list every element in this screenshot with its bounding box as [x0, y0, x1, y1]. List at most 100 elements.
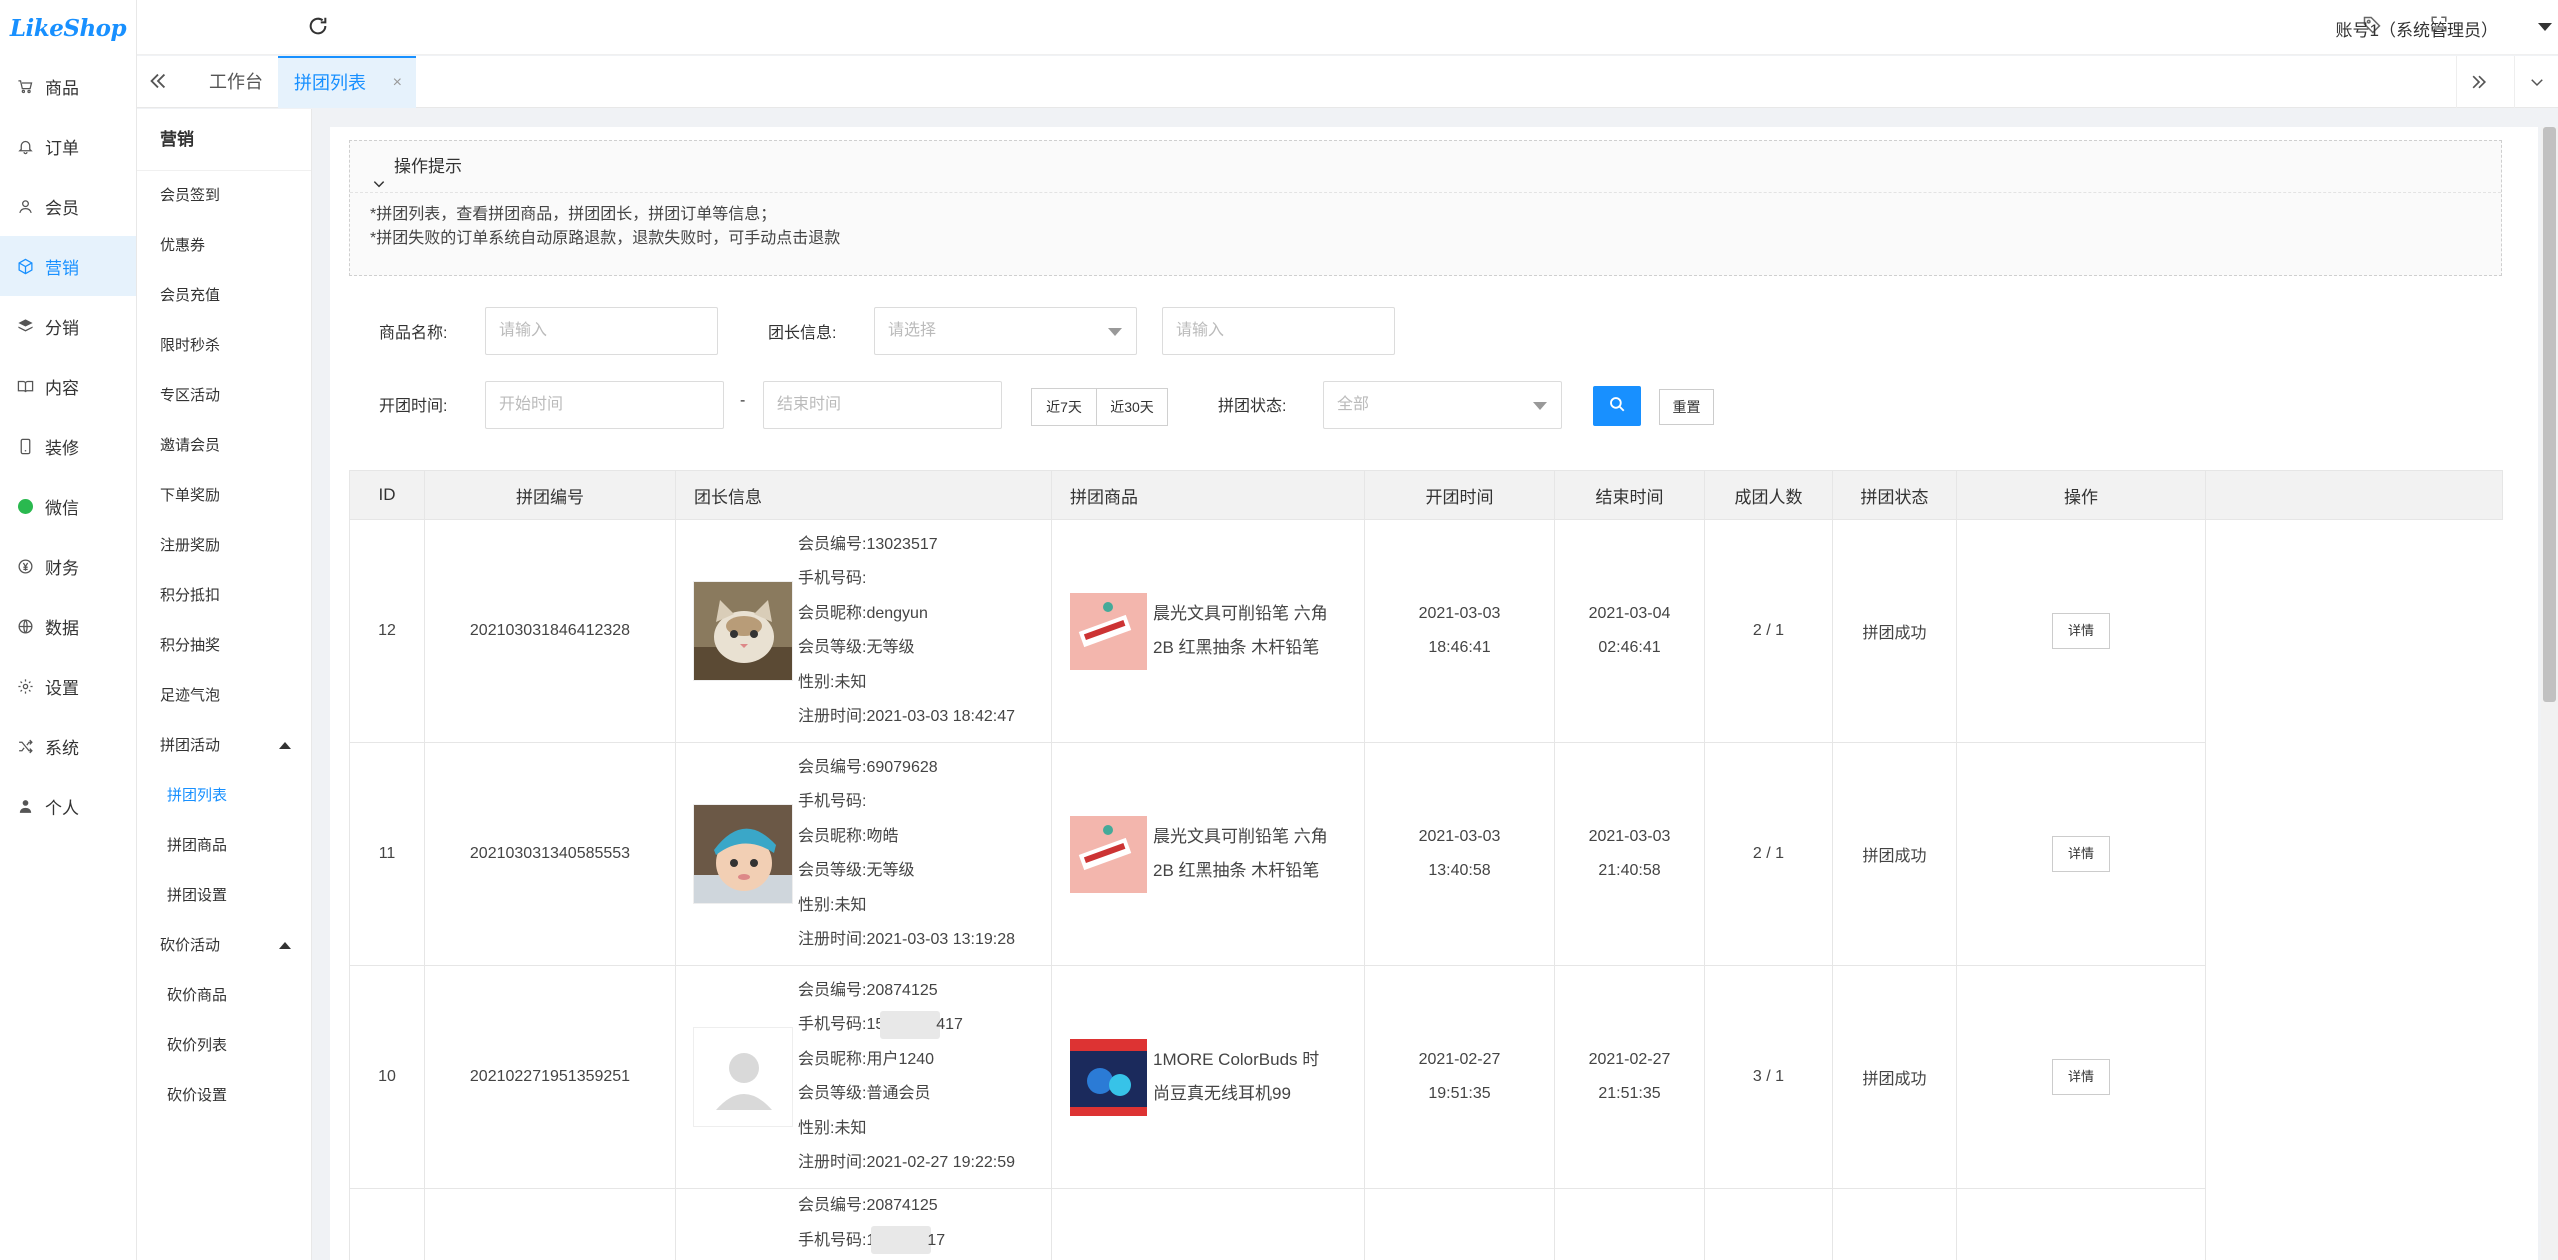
leader-info-input[interactable]: 请输入	[1162, 307, 1395, 355]
chevron-down-icon[interactable]	[2538, 23, 2552, 31]
collapse-arrow-icon	[279, 742, 291, 749]
tab-group-buy-list[interactable]: 拼团列表 ×	[278, 56, 416, 108]
cell-people	[1704, 1188, 1833, 1260]
tips-panel: 操作提示 *拼团列表，查看拼团商品，拼团团长，拼团订单等信息； *拼团失败的订单…	[349, 140, 2502, 276]
member-phone: 手机号码:	[798, 570, 867, 587]
subnav-item-bargain-goods[interactable]: 砍价商品	[137, 971, 311, 1021]
subnav-item-recharge[interactable]: 会员充值	[137, 271, 311, 321]
status-select[interactable]: 全部	[1323, 381, 1562, 429]
cell-end-time: 2021-03-03 21:40:58	[1554, 742, 1705, 966]
goods-name-line: 2B 红黑抽条 木杆铅笔	[1153, 861, 1320, 880]
subnav-item-order-reward[interactable]: 下单奖励	[137, 471, 311, 521]
subnav-item-footprint[interactable]: 足迹气泡	[137, 671, 311, 721]
member-gender: 性别:未知	[798, 896, 867, 914]
subnav-item-zone[interactable]: 专区活动	[137, 371, 311, 421]
subnav-item-group-buy-goods[interactable]: 拼团商品	[137, 821, 311, 871]
last-30-days-button[interactable]: 近30天	[1096, 388, 1168, 426]
subnav-group-bargain[interactable]: 砍价活动	[137, 921, 311, 971]
shuffle-icon	[16, 737, 34, 755]
member-level: 会员等级:普通会员	[798, 1085, 931, 1102]
reset-button[interactable]: 重置	[1659, 389, 1714, 425]
chevron-down-icon[interactable]	[2514, 56, 2558, 108]
account-name[interactable]: 账号1（系统管理员）	[2336, 16, 2498, 41]
search-button[interactable]	[1593, 386, 1641, 426]
nav-item-system[interactable]: 系统	[0, 716, 136, 776]
cell-group-no: 202103031846412328	[424, 519, 676, 743]
subnav-item-register-reward[interactable]: 注册奖励	[137, 521, 311, 571]
subnav-item-sign-in[interactable]: 会员签到	[137, 171, 311, 221]
member-phone: 手机号码:15 417	[798, 1008, 1015, 1043]
member-reg-time: 注册时间:2021-02-27 19:22:59	[798, 1154, 1016, 1171]
start-date: 2021-02-27	[1418, 1051, 1501, 1068]
goods-name-line: 晨光文具可削铅笔 六角	[1153, 827, 1328, 846]
start-time-input[interactable]: 开始时间	[485, 381, 724, 429]
layers-icon	[16, 317, 34, 335]
nav-item-finance[interactable]: 财务	[0, 536, 136, 596]
refresh-icon[interactable]	[307, 15, 331, 39]
cell-action: 详情	[1956, 519, 2206, 743]
leader-avatar	[693, 581, 793, 681]
select-placeholder: 请选择	[888, 322, 937, 339]
logo[interactable]: LikeShop	[0, 0, 136, 56]
search-icon	[1608, 395, 1626, 418]
goods-name-line: 晨光文具可削铅笔 六角	[1153, 604, 1328, 623]
subnav-item-group-buy-settings[interactable]: 拼团设置	[137, 871, 311, 921]
collapse-left-icon[interactable]	[147, 70, 171, 94]
goods-name-input[interactable]: 请输入	[485, 307, 718, 355]
subnav-title: 营销	[137, 109, 311, 171]
nav-item-goods[interactable]: 商品	[0, 56, 136, 116]
member-level: 会员等级:无等级	[798, 639, 915, 656]
cell-status: 拼团成功	[1832, 519, 1957, 743]
goods-name-line: 2B 红黑抽条 木杆铅笔	[1153, 638, 1320, 657]
detail-button[interactable]: 详情	[2052, 613, 2110, 649]
cell-status	[1832, 1188, 1957, 1260]
detail-button[interactable]: 详情	[2052, 1059, 2110, 1095]
nav-item-wechat[interactable]: 微信	[0, 476, 136, 536]
start-clock: 18:46:41	[1428, 639, 1491, 656]
cell-leader: 会员编号:20874125 手机号码:15 417 会员昵称:用户1240 会员等…	[675, 965, 1052, 1189]
close-icon[interactable]: ×	[393, 58, 402, 108]
tip-line: *拼团列表，查看拼团商品，拼团团长，拼团订单等信息；	[370, 206, 777, 223]
end-time-input[interactable]: 结束时间	[763, 381, 1002, 429]
subnav-item-bargain-settings[interactable]: 砍价设置	[137, 1071, 311, 1121]
scrollbar-thumb[interactable]	[2543, 127, 2556, 702]
subnav-item-points-deduct[interactable]: 积分抵扣	[137, 571, 311, 621]
subnav-item-flash-sale[interactable]: 限时秒杀	[137, 321, 311, 371]
scroll-right-icon[interactable]	[2456, 56, 2500, 108]
wechat-icon	[16, 497, 34, 515]
member-nickname: 会员昵称:用户1240	[798, 1050, 935, 1068]
tips-header[interactable]: 操作提示	[350, 141, 2501, 193]
member-gender: 性别:未知	[798, 1119, 867, 1137]
leader-info-select[interactable]: 请选择	[874, 307, 1137, 355]
detail-button[interactable]: 详情	[2052, 836, 2110, 872]
cell-people: 3 / 1	[1704, 965, 1833, 1189]
globe-icon	[16, 617, 34, 635]
nav-item-settings[interactable]: 设置	[0, 656, 136, 716]
subnav-item-points-lottery[interactable]: 积分抽奖	[137, 621, 311, 671]
nav-item-orders[interactable]: 订单	[0, 116, 136, 176]
last-7-days-button[interactable]: 近7天	[1031, 388, 1097, 426]
nav-label: 分销	[45, 318, 79, 338]
cell-id	[349, 1188, 425, 1260]
nav-item-personal[interactable]: 个人	[0, 776, 136, 836]
subnav-item-invite[interactable]: 邀请会员	[137, 421, 311, 471]
member-reg-time: 注册时间:2021-03-03 13:19:28	[798, 931, 1016, 948]
bell-icon	[16, 137, 34, 155]
tab-workbench[interactable]: 工作台	[187, 56, 286, 108]
nav-item-content[interactable]: 内容	[0, 356, 136, 416]
subnav-item-coupon[interactable]: 优惠券	[137, 221, 311, 271]
cell-status: 拼团成功	[1832, 965, 1957, 1189]
nav-item-distribution[interactable]: 分销	[0, 296, 136, 356]
nav-item-members[interactable]: 会员	[0, 176, 136, 236]
subnav-group-group-buy[interactable]: 拼团活动	[137, 721, 311, 771]
cell-group-no: 202103031340585553	[424, 742, 676, 966]
nav-item-data[interactable]: 数据	[0, 596, 136, 656]
nav-item-marketing[interactable]: 营销	[0, 236, 136, 296]
nav-item-decoration[interactable]: 装修	[0, 416, 136, 476]
subnav-item-group-buy-list[interactable]: 拼团列表	[137, 771, 311, 821]
subnav-item-bargain-list[interactable]: 砍价列表	[137, 1021, 311, 1071]
cell-goods: 晨光文具可削铅笔 六角 2B 红黑抽条 木杆铅笔	[1051, 519, 1365, 743]
nav-label: 系统	[45, 738, 79, 758]
start-date: 2021-03-03	[1418, 605, 1501, 622]
cell-empty	[2205, 519, 2503, 743]
